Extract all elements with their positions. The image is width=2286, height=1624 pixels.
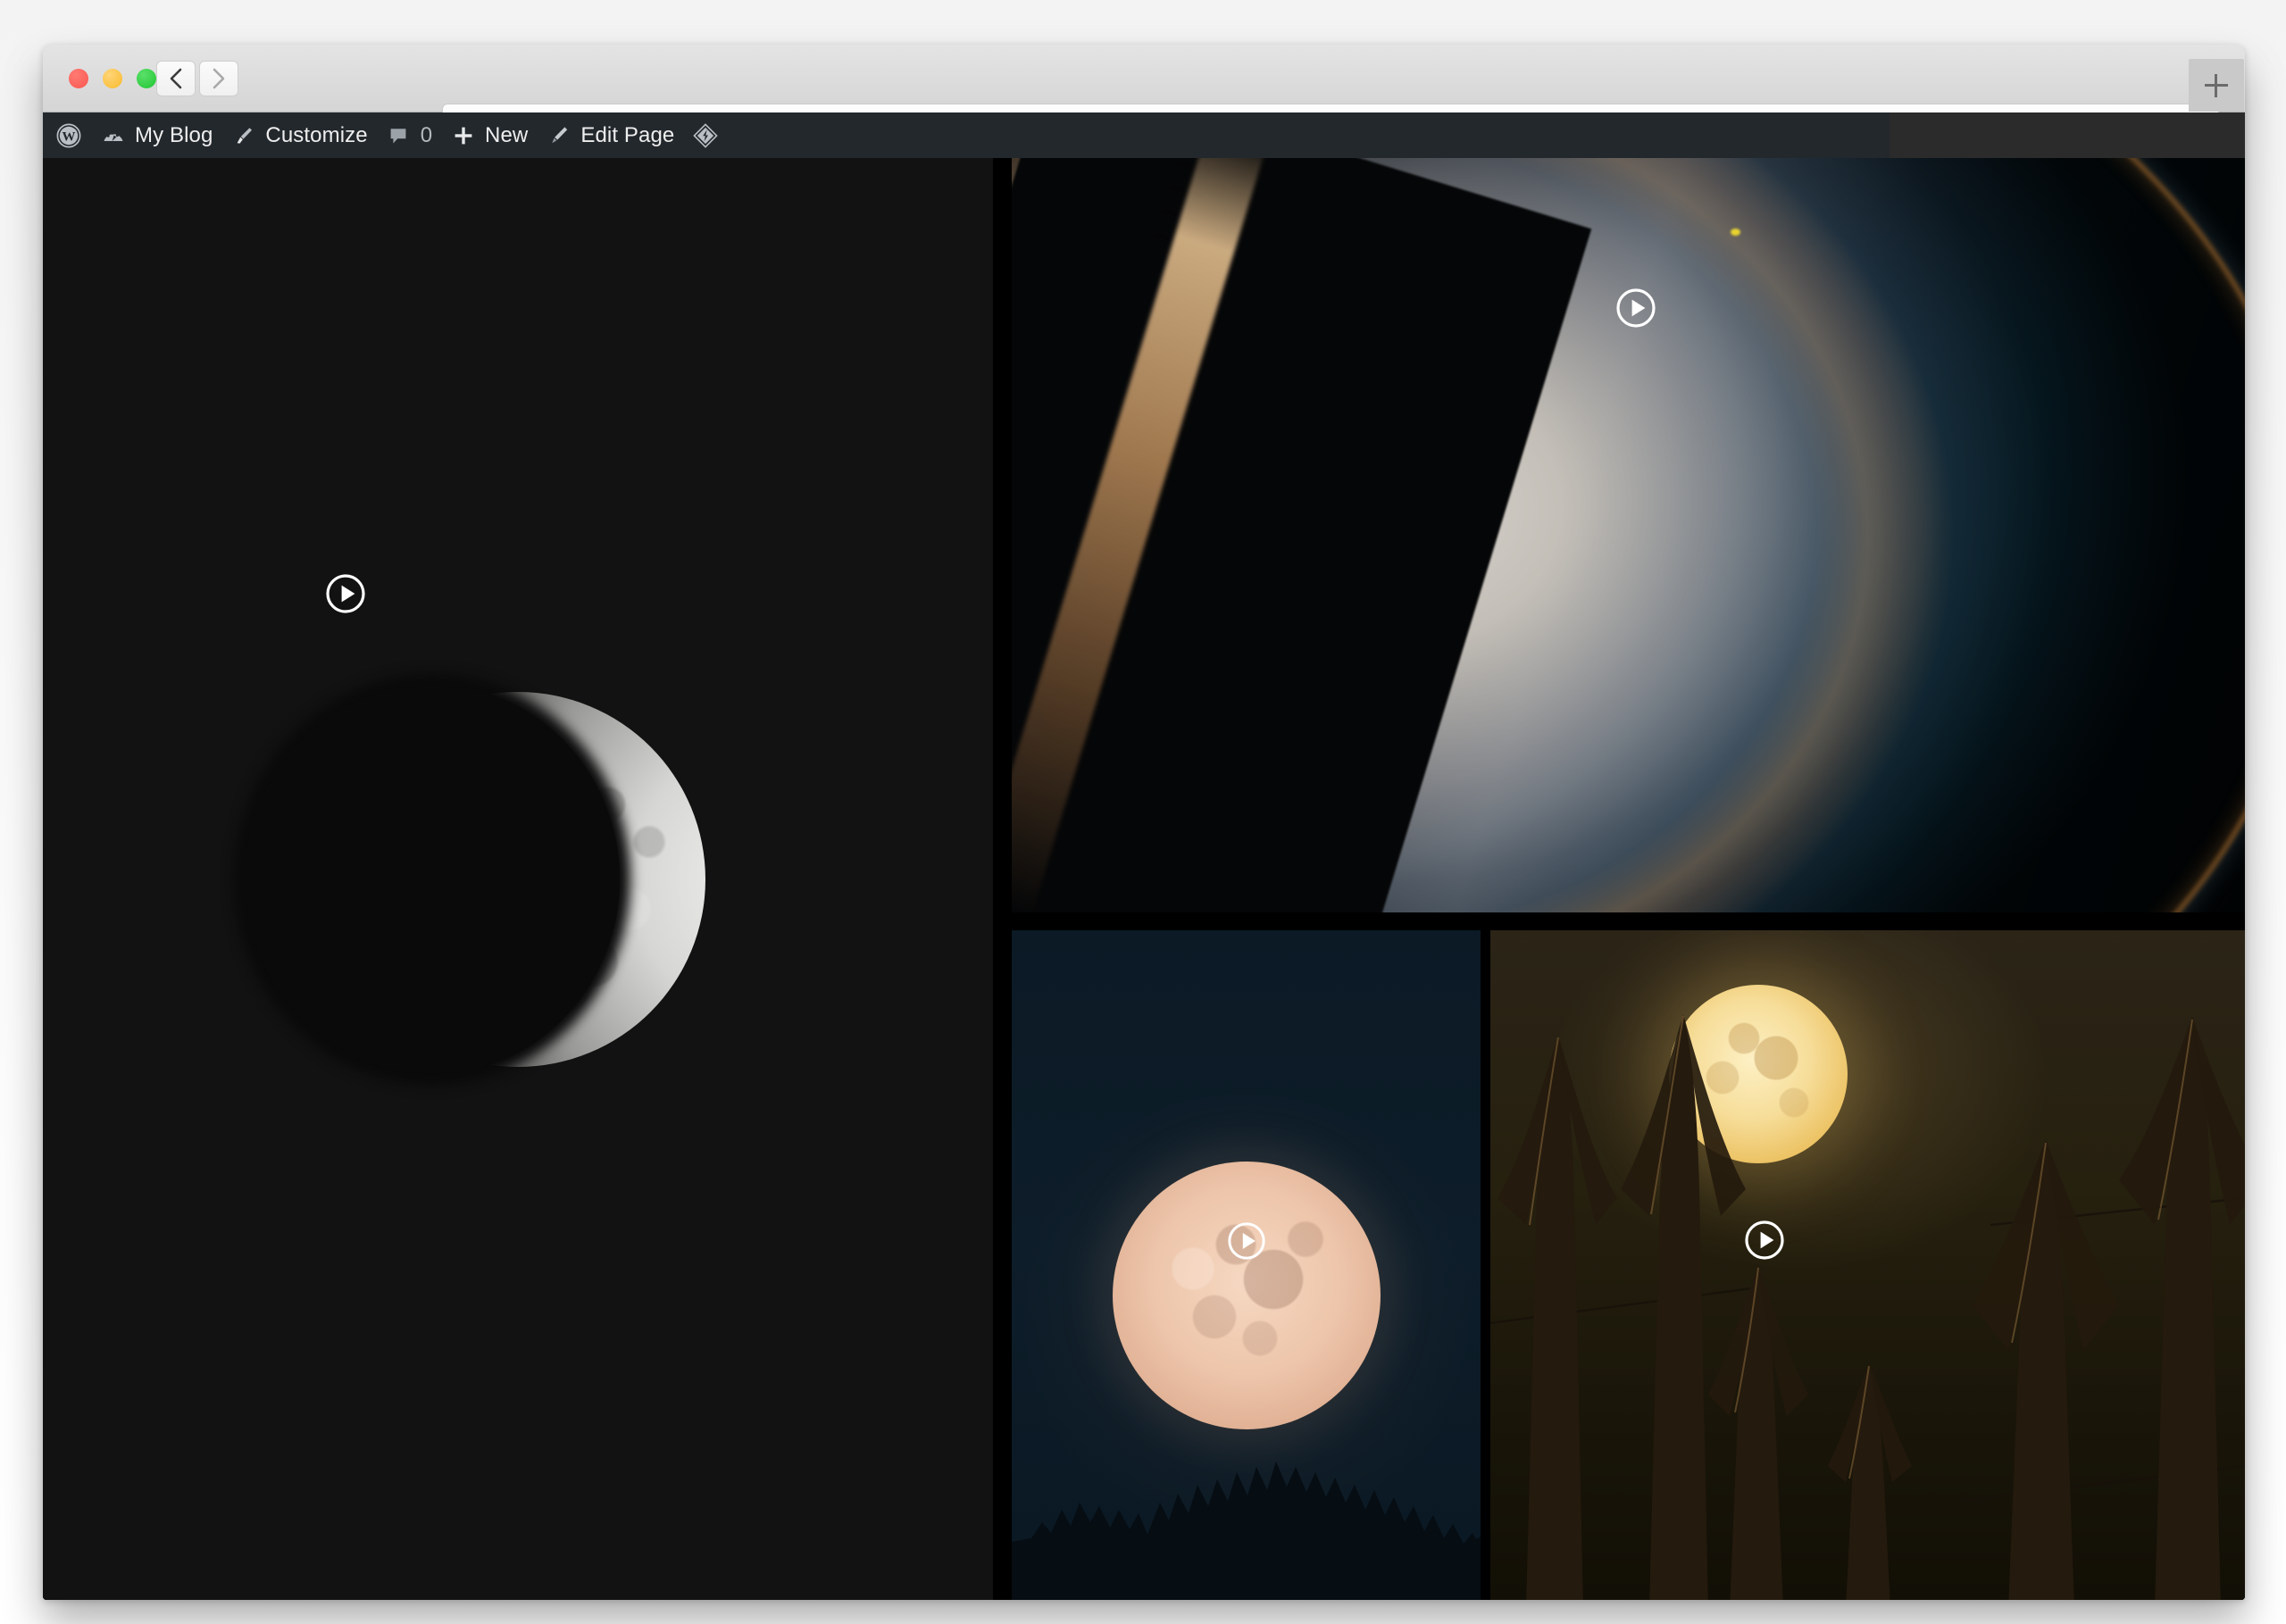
admin-bar-item-jetpack[interactable] xyxy=(683,112,728,158)
moonrise-pines-image xyxy=(1012,930,1481,1600)
wordpress-admin-bar: W My Blog xyxy=(43,112,1890,158)
navigation-buttons xyxy=(156,61,238,96)
play-button[interactable] xyxy=(1744,1220,1785,1261)
close-window-button[interactable] xyxy=(69,69,88,88)
gallery-tile-lunar-halo[interactable] xyxy=(1012,158,2245,912)
pine-tree-silhouette xyxy=(1012,1319,1481,1600)
halo-corona-rim xyxy=(1012,158,2245,912)
admin-bar-label-customize: Customize xyxy=(265,125,367,146)
page-viewport: W My Blog xyxy=(43,112,2245,1600)
chevron-right-icon xyxy=(211,67,227,90)
screen: W My Blog xyxy=(0,0,2286,1624)
crescent-moon-image xyxy=(330,692,705,1067)
admin-bar-item-site-name[interactable]: My Blog xyxy=(91,112,221,158)
svg-text:W: W xyxy=(63,129,76,144)
pampas-grass-silhouette xyxy=(1490,930,2245,1600)
new-tab-button[interactable] xyxy=(2189,59,2244,112)
play-button[interactable] xyxy=(1615,287,1656,329)
dashboard-icon xyxy=(100,122,127,149)
window-controls xyxy=(69,69,156,88)
browser-window: W My Blog xyxy=(43,45,2245,1600)
adminbar-filler xyxy=(1890,112,2245,158)
admin-bar-item-customize[interactable]: Customize xyxy=(221,112,376,158)
play-button[interactable] xyxy=(1227,1221,1266,1261)
video-gallery-grid xyxy=(43,158,2245,1600)
admin-bar-item-wp-logo[interactable]: W xyxy=(43,112,91,158)
lunar-halo-image xyxy=(1012,158,2245,912)
minimize-window-button[interactable] xyxy=(103,69,122,88)
plus-icon xyxy=(2205,74,2228,97)
play-icon xyxy=(1615,287,1656,329)
gallery-tile-crescent-moon[interactable] xyxy=(43,158,993,1600)
paintbrush-icon xyxy=(230,122,257,149)
admin-bar-item-new-content[interactable]: New xyxy=(441,112,537,158)
admin-bar-item-comments[interactable]: 0 xyxy=(377,112,441,158)
play-button[interactable] xyxy=(325,573,366,614)
gallery-tile-moon-pampas-grass[interactable] xyxy=(1490,930,2245,1600)
admin-bar-item-edit-page[interactable]: Edit Page xyxy=(537,112,683,158)
forward-button[interactable] xyxy=(199,61,238,96)
wordpress-icon: W xyxy=(55,122,82,149)
comment-icon xyxy=(386,122,413,149)
play-icon xyxy=(1227,1221,1266,1261)
admin-bar-label-new-content: New xyxy=(485,125,528,146)
admin-bar-label-edit-page: Edit Page xyxy=(580,125,674,146)
play-icon xyxy=(325,573,366,614)
admin-bar-comment-count: 0 xyxy=(421,123,432,148)
maximize-window-button[interactable] xyxy=(137,69,156,88)
admin-bar-label-site-name: My Blog xyxy=(135,125,213,146)
play-icon xyxy=(1744,1220,1785,1261)
moon-pampas-image xyxy=(1490,930,2245,1600)
jetpack-icon xyxy=(692,122,719,149)
moon-shadow xyxy=(245,685,620,1074)
back-button[interactable] xyxy=(156,61,196,96)
gallery-tile-moonrise-pines[interactable] xyxy=(1012,930,1481,1600)
chevron-left-icon xyxy=(168,67,184,90)
pencil-icon xyxy=(546,122,572,149)
browser-titlebar xyxy=(43,45,2245,112)
plus-icon xyxy=(450,122,477,149)
halo-highlight-dot xyxy=(1731,229,1740,236)
